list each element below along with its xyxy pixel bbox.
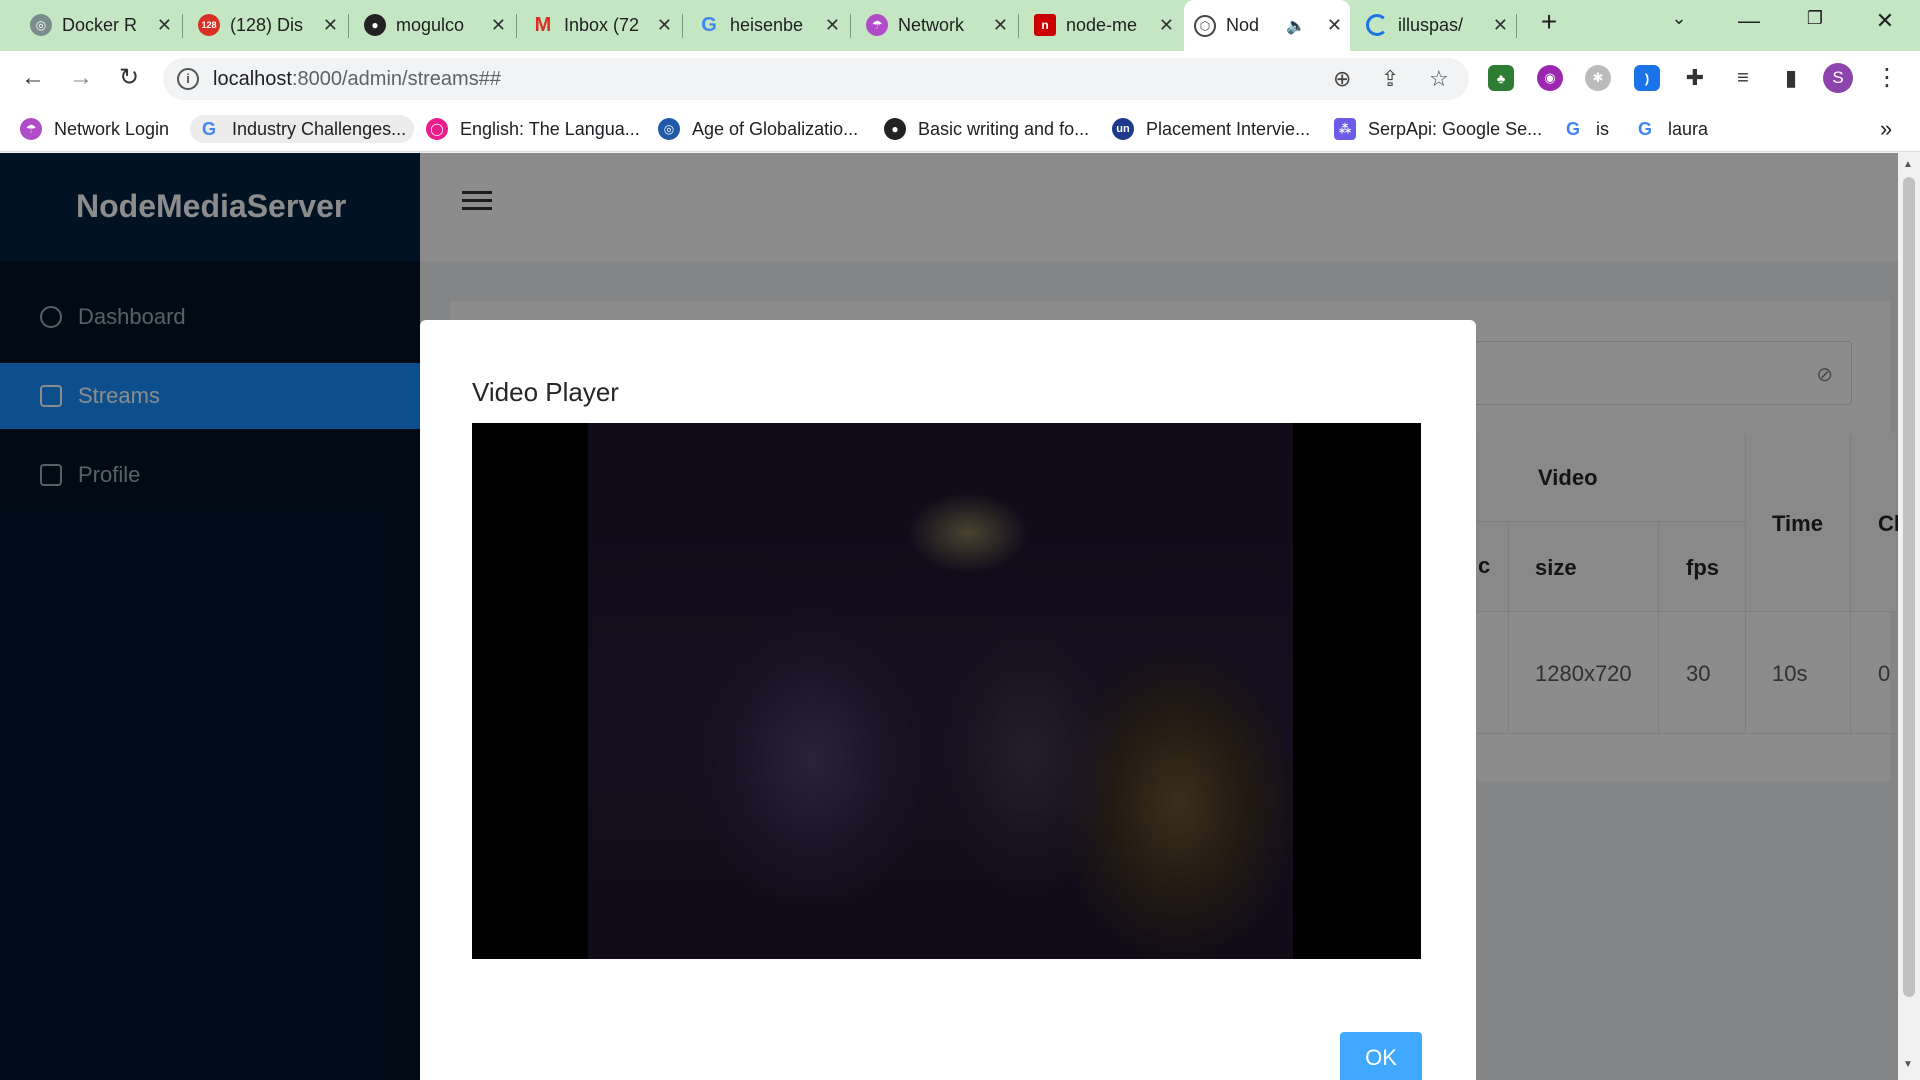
browser-toolbar: ← → ↻ i localhost:8000/admin/streams## ⊕… xyxy=(0,51,1920,106)
video-player-modal: Video Player OK xyxy=(420,320,1476,1080)
speaker-icon[interactable]: 🔈 xyxy=(1286,16,1306,36)
page-scrollbar[interactable]: ▲ ▼ xyxy=(1898,153,1920,1080)
close-tab-icon[interactable]: ✕ xyxy=(657,15,672,36)
close-tab-icon[interactable]: ✕ xyxy=(993,15,1008,36)
google-icon: G xyxy=(1565,118,1580,139)
ai-extension-icon[interactable]: ◉ xyxy=(1537,65,1563,91)
ok-button[interactable]: OK xyxy=(1340,1032,1422,1080)
profile-avatar[interactable]: S xyxy=(1823,63,1853,93)
bookmark-is[interactable]: G is xyxy=(1562,115,1609,143)
reload-button[interactable]: ↻ xyxy=(114,63,144,93)
address-bar[interactable]: i localhost:8000/admin/streams## ⊕ ⇪ ☆ xyxy=(163,58,1469,100)
tab-strip: ◎ Docker R ✕ 128 (128) Dis ✕ ● mogulco ✕… xyxy=(0,0,1920,51)
zoom-icon[interactable]: ⊕ xyxy=(1333,66,1351,92)
share-icon[interactable]: ⇪ xyxy=(1381,66,1399,92)
bookmark-age-of-globalization[interactable]: ◎ Age of Globalizatio... xyxy=(658,115,858,143)
tree-extension-icon[interactable]: ♣ xyxy=(1488,65,1514,91)
bookmark-serpapi[interactable]: ⁂ SerpApi: Google Se... xyxy=(1334,115,1542,143)
close-tab-icon[interactable]: ✕ xyxy=(825,15,840,36)
loading-icon xyxy=(1366,14,1388,36)
close-tab-icon[interactable]: ✕ xyxy=(157,15,172,36)
bookmark-placement-interview[interactable]: un Placement Intervie... xyxy=(1112,115,1310,143)
unstop-icon: un xyxy=(1112,118,1134,140)
forward-button[interactable]: → xyxy=(66,63,96,93)
bookmark-network-login[interactable]: ☂ Network Login xyxy=(20,115,169,143)
video-player[interactable] xyxy=(472,423,1421,959)
bookmark-basic-writing[interactable]: ● Basic writing and fo... xyxy=(884,115,1089,143)
video-frame xyxy=(588,423,1293,959)
scrollbar-thumb[interactable] xyxy=(1903,177,1915,997)
tab-network[interactable]: ☂ Network ✕ xyxy=(856,8,1016,42)
discord-icon: 128 xyxy=(198,14,220,36)
restore-button[interactable]: ❐ xyxy=(1800,8,1830,29)
globe-icon: ◎ xyxy=(658,118,680,140)
bookmark-industry-challenges[interactable]: G Industry Challenges... xyxy=(190,115,415,143)
close-tab-icon[interactable]: ✕ xyxy=(491,15,506,36)
media-control-icon[interactable]: ≡ xyxy=(1730,65,1756,91)
extensions-puzzle-icon[interactable]: ✚ xyxy=(1682,65,1708,91)
close-tab-icon[interactable]: ✕ xyxy=(323,15,338,36)
course-icon: ◯ xyxy=(426,118,448,140)
scroll-up-arrow-icon[interactable]: ▲ xyxy=(1903,159,1913,170)
google-icon: G xyxy=(701,13,717,36)
github-icon: ● xyxy=(884,118,906,140)
sound-extension-icon[interactable]: ) xyxy=(1634,65,1660,91)
bookmarks-bar: ☂ Network Login G Industry Challenges...… xyxy=(0,106,1920,152)
bug-extension-icon[interactable]: ✱ xyxy=(1585,65,1611,91)
page-viewport: NodeMediaServer Dashboard Streams Profil… xyxy=(0,153,1920,1080)
google-icon: G xyxy=(201,118,216,139)
bookmark-english-language[interactable]: ◯ English: The Langua... xyxy=(426,115,640,143)
scroll-down-arrow-icon[interactable]: ▼ xyxy=(1903,1059,1913,1070)
tab-node-media[interactable]: n node-me ✕ xyxy=(1024,8,1182,42)
node-icon: ⬡ xyxy=(1194,14,1216,37)
minimize-button[interactable]: — xyxy=(1734,8,1764,34)
tab-search-chevron-icon[interactable]: ⌄ xyxy=(1664,8,1694,29)
npm-icon: n xyxy=(1034,14,1056,36)
serpapi-icon: ⁂ xyxy=(1334,118,1356,140)
tab-illuspas[interactable]: illuspas/ ✕ xyxy=(1356,8,1516,42)
github-icon: ● xyxy=(364,14,386,36)
tab-gmail[interactable]: M Inbox (72 ✕ xyxy=(522,8,680,42)
tab-google[interactable]: G heisenbe ✕ xyxy=(688,8,848,42)
bookmark-laura[interactable]: G laura xyxy=(1634,115,1708,143)
gmail-icon: M xyxy=(534,13,552,36)
close-tab-icon[interactable]: ✕ xyxy=(1159,15,1174,36)
tab-github[interactable]: ● mogulco ✕ xyxy=(354,8,514,42)
close-tab-icon[interactable]: ✕ xyxy=(1493,15,1508,36)
openai-icon: ◎ xyxy=(30,14,52,36)
google-icon: G xyxy=(1637,118,1652,139)
tab-nodemediaserver-active[interactable]: ⬡ Nod 🔈 ✕ xyxy=(1184,0,1350,51)
tab-discord[interactable]: 128 (128) Dis ✕ xyxy=(188,8,346,42)
site-info-icon[interactable]: i xyxy=(177,68,199,90)
side-panel-icon[interactable]: ▮ xyxy=(1778,65,1804,91)
tab-docker[interactable]: ◎ Docker R ✕ xyxy=(20,8,180,42)
bookmark-star-icon[interactable]: ☆ xyxy=(1429,66,1449,92)
close-tab-icon[interactable]: ✕ xyxy=(1327,15,1342,36)
modal-title: Video Player xyxy=(472,377,619,407)
more-bookmarks-button[interactable]: » xyxy=(1880,115,1892,143)
url-text[interactable]: localhost:8000/admin/streams## xyxy=(213,68,501,91)
back-button[interactable]: ← xyxy=(18,63,48,93)
close-window-button[interactable]: ✕ xyxy=(1870,8,1900,34)
umbrella-icon: ☂ xyxy=(20,118,42,140)
new-tab-button[interactable]: + xyxy=(1534,6,1564,38)
menu-kebab-icon[interactable]: ⋮ xyxy=(1872,63,1902,93)
umbrella-icon: ☂ xyxy=(866,14,888,36)
